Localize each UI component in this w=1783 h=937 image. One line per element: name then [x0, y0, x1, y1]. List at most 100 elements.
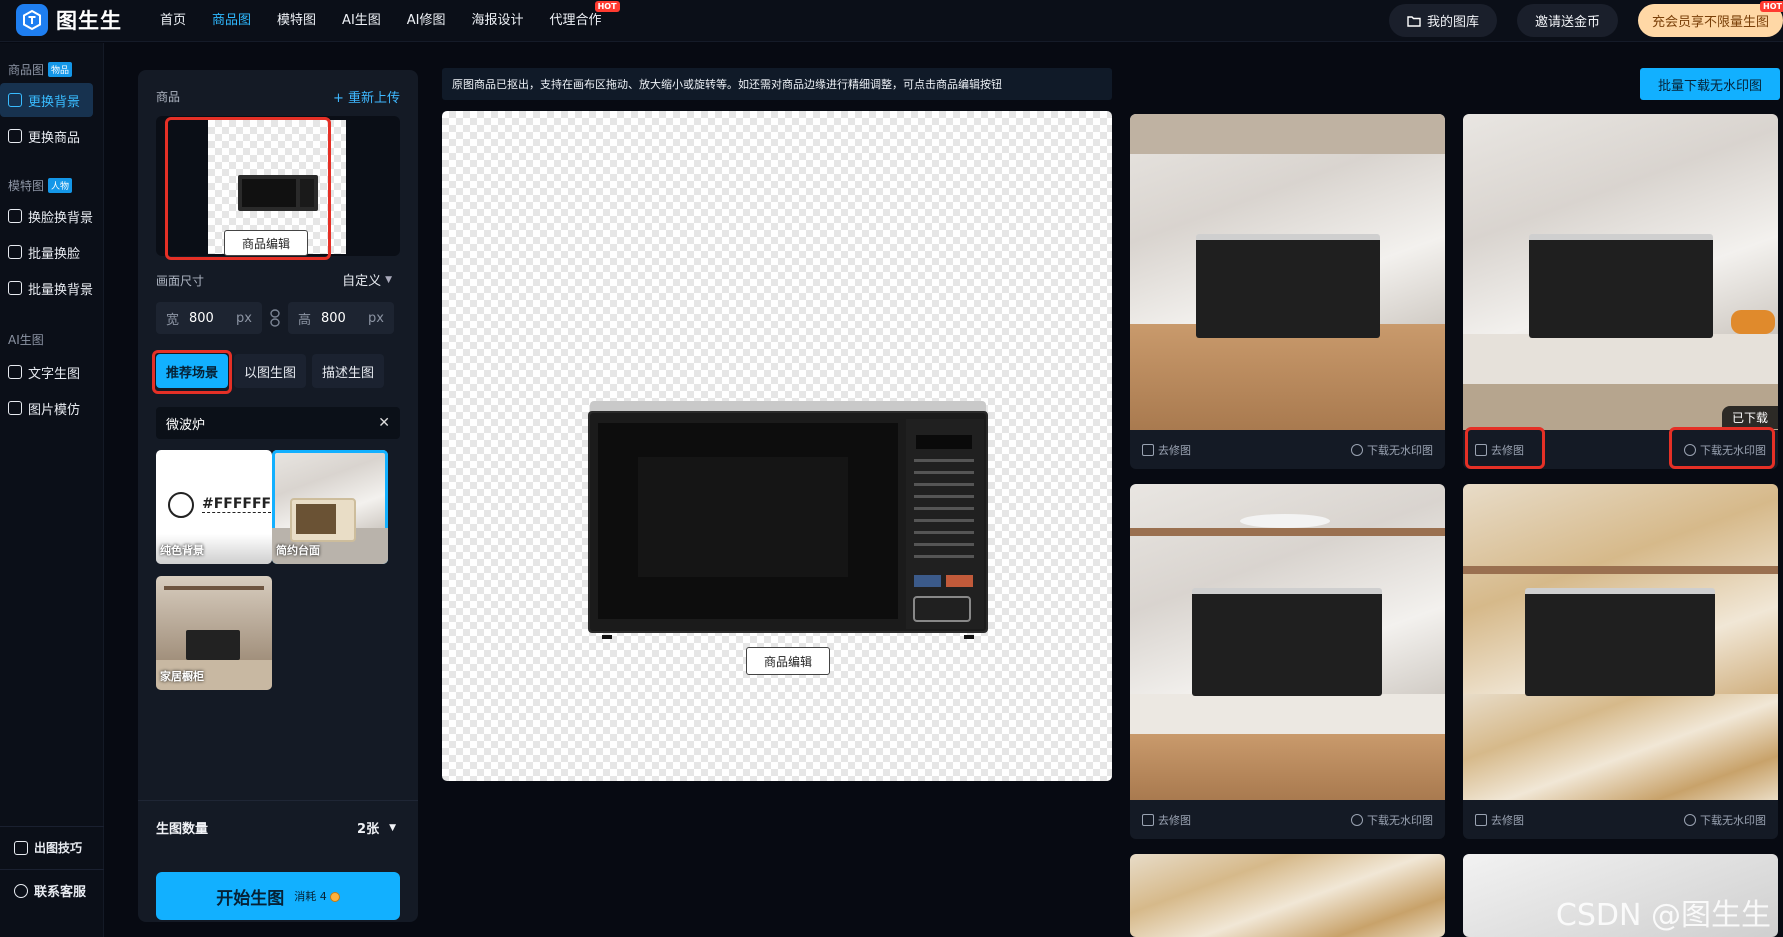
- result-image[interactable]: [1130, 114, 1445, 430]
- canvas-size-label: 画面尺寸: [156, 274, 205, 288]
- shelf: [164, 586, 264, 590]
- quantity-row: 生图数量 2张 ▼: [156, 818, 400, 837]
- sidebar-item-batch-face[interactable]: 批量换脸: [0, 235, 95, 269]
- microwave: [1196, 234, 1380, 338]
- scan-face-icon: [8, 245, 22, 259]
- nav-model-image[interactable]: 模特图: [277, 0, 316, 42]
- nav-agency-label: 代理合作: [549, 13, 602, 28]
- sidebar-item-change-background[interactable]: 更换背景: [0, 83, 93, 117]
- canvas-edit-button[interactable]: 商品编辑: [746, 647, 830, 675]
- sidebar-item-image-imitate[interactable]: 图片模仿: [0, 391, 95, 425]
- sidebar-item-change-product[interactable]: 更换商品: [0, 119, 95, 153]
- link-icon[interactable]: [270, 309, 280, 327]
- support-label: 联系客服: [34, 885, 87, 900]
- sidebar-item-label: 文字生图: [28, 366, 81, 382]
- width-unit: px: [236, 310, 252, 326]
- cloud-download-icon: [1351, 443, 1363, 456]
- result-image[interactable]: [1463, 114, 1778, 430]
- vip-button[interactable]: 充会员享不限量生图 HOT: [1637, 1, 1783, 37]
- download-button[interactable]: 下载无水印图: [1684, 812, 1766, 828]
- microwave: [1192, 588, 1382, 696]
- nav-ai-retouch[interactable]: AI修图: [407, 0, 446, 42]
- nav-product-image[interactable]: 商品图: [212, 0, 251, 42]
- product-canvas[interactable]: 商品编辑: [442, 111, 1112, 781]
- height-value: 800: [321, 310, 346, 326]
- color-hex: #FFFFFF: [202, 496, 272, 513]
- result-card-partial[interactable]: [1130, 854, 1445, 937]
- size-inputs: 宽 800 px 高 800 px: [156, 302, 394, 334]
- start-generate-button[interactable]: 开始生图 消耗 4: [156, 872, 400, 920]
- tab-describe-to-image[interactable]: 描述生图: [312, 354, 385, 388]
- highlight-box: [1465, 427, 1545, 469]
- logo[interactable]: 图生生: [16, 4, 122, 36]
- scene-label: 家居橱柜: [160, 670, 204, 683]
- edit-icon: [1142, 813, 1154, 826]
- scene-home-cabinet[interactable]: 家居橱柜: [156, 576, 272, 690]
- result-image[interactable]: [1130, 484, 1445, 800]
- retouch-button[interactable]: 去修图: [1142, 812, 1191, 828]
- nav-ai-generate[interactable]: AI生图: [342, 0, 381, 42]
- main-nav: 首页 商品图 模特图 AI生图 AI修图 海报设计 代理合作 HOT: [160, 0, 628, 42]
- microwave-product[interactable]: [588, 399, 988, 639]
- height-field[interactable]: 高 800 px: [288, 302, 394, 334]
- scene-solid-color[interactable]: #FFFFFF 纯色背景: [156, 450, 272, 564]
- my-gallery-label: 我的图库: [1426, 15, 1479, 30]
- wood-counter: [1130, 324, 1445, 430]
- text-image-icon: [8, 365, 22, 379]
- sidebar-group-tag: 人物: [48, 177, 73, 193]
- download-button[interactable]: 下载无水印图: [1351, 812, 1433, 828]
- quantity-label: 生图数量: [156, 822, 209, 837]
- folder-icon: [1407, 15, 1421, 27]
- invite-button[interactable]: 邀请送金币: [1516, 4, 1618, 37]
- download-label: 下载无水印图: [1367, 813, 1433, 827]
- quantity-select[interactable]: 2张 ▼: [357, 818, 400, 837]
- microwave: [186, 630, 240, 660]
- face-icon: [8, 209, 22, 223]
- scene-label: 纯色背景: [160, 544, 204, 557]
- my-gallery-button[interactable]: 我的图库: [1388, 4, 1497, 37]
- support-button[interactable]: 联系客服: [0, 869, 104, 911]
- sidebar-item-text-to-image[interactable]: 文字生图: [0, 355, 95, 389]
- sidebar-item-label: 批量换脸: [28, 246, 81, 262]
- sidebar-item-label: 图片模仿: [28, 402, 81, 418]
- sidebar-item-label: 批量换背景: [28, 282, 94, 298]
- scene-simple-counter[interactable]: 简约台面: [272, 450, 388, 564]
- highlight-box: [1669, 427, 1775, 469]
- downloaded-badge: 已下载: [1721, 406, 1778, 429]
- sidebar-item-label: 换脸换背景: [28, 210, 94, 226]
- tips-button[interactable]: 出图技巧: [0, 826, 104, 868]
- download-button[interactable]: 下载无水印图: [1351, 442, 1433, 458]
- reupload-button[interactable]: + 重新上传: [333, 87, 400, 106]
- nav-home[interactable]: 首页: [160, 0, 186, 42]
- result-card: 已下载 去修图 下载无水印图: [1463, 114, 1778, 469]
- card-actions: 去修图 下载无水印图: [1463, 800, 1778, 839]
- vip-label: 充会员享不限量生图: [1651, 15, 1769, 30]
- tips-label: 出图技巧: [34, 841, 83, 855]
- width-value: 800: [189, 310, 214, 326]
- wood-cabinet: [1130, 734, 1445, 800]
- image-icon: [8, 93, 22, 107]
- color-swatch-icon: [168, 492, 194, 518]
- retouch-button[interactable]: 去修图: [1142, 442, 1191, 458]
- tab-image-to-image[interactable]: 以图生图: [234, 354, 307, 388]
- nav-poster-design[interactable]: 海报设计: [472, 0, 524, 42]
- vip-hot-badge: HOT: [1760, 1, 1783, 12]
- width-label: 宽: [166, 312, 180, 328]
- product-label: 商品: [156, 90, 181, 104]
- nav-agency[interactable]: 代理合作 HOT: [549, 0, 620, 42]
- clear-icon[interactable]: ✕: [378, 415, 390, 431]
- copy-image-icon: [8, 401, 22, 415]
- oven-window: [296, 504, 336, 534]
- bulk-download-button[interactable]: 批量下载无水印图: [1640, 68, 1780, 100]
- edit-icon: [1475, 813, 1487, 826]
- cost-info: 消耗 4: [294, 888, 340, 904]
- size-mode-select[interactable]: 自定义 ▼: [342, 270, 392, 289]
- retouch-button[interactable]: 去修图: [1475, 812, 1524, 828]
- scene-search-input[interactable]: 微波炉 ✕: [156, 407, 400, 439]
- retouch-label: 去修图: [1158, 443, 1191, 457]
- sidebar-group-title: AI生图: [8, 332, 44, 347]
- width-field[interactable]: 宽 800 px: [156, 302, 262, 334]
- sidebar-item-batch-background[interactable]: 批量换背景: [0, 271, 95, 305]
- result-image[interactable]: [1463, 484, 1778, 800]
- sidebar-item-face-background[interactable]: 换脸换背景: [0, 199, 95, 233]
